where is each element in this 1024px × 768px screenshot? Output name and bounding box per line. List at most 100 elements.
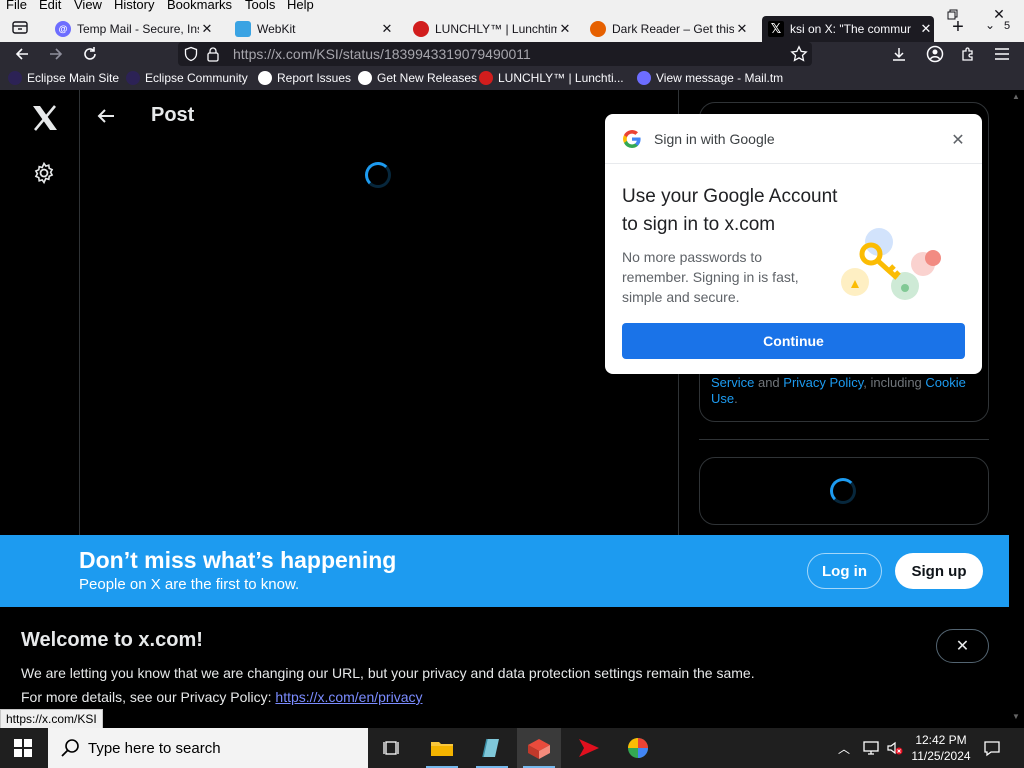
app-red-arrow-icon[interactable] <box>567 728 611 768</box>
lunchly-icon <box>479 71 493 85</box>
cookie-link[interactable]: Cookie <box>925 375 965 390</box>
downloads-icon[interactable] <box>886 42 912 66</box>
bookmark-get-new-releases[interactable]: Get New Releases <box>358 66 477 90</box>
hamburger-menu-icon[interactable] <box>989 42 1015 66</box>
search-icon <box>60 738 80 758</box>
menu-history[interactable]: History <box>114 0 154 12</box>
bookmark-label: View message - Mail.tm <box>656 71 784 85</box>
reload-icon[interactable] <box>78 42 102 66</box>
tab-ksi-x[interactable]: 𝕏 ksi on X: "The commur ✕ <box>762 16 934 42</box>
clock-time: 12:42 PM <box>915 733 967 747</box>
github-icon <box>258 71 272 85</box>
menu-edit[interactable]: Edit <box>39 0 61 12</box>
banner-subtitle: People on X are the first to know. <box>79 576 300 593</box>
cookie-use-link[interactable]: Use <box>711 391 734 406</box>
key-illustration-icon <box>833 224 955 304</box>
eclipse-icon <box>126 71 140 85</box>
bookmark-eclipse-community[interactable]: Eclipse Community <box>126 66 248 90</box>
popup-body: No more passwords to remember. Signing i… <box>622 247 822 307</box>
popup-heading-line: Use your Google Account <box>622 186 838 207</box>
sidebar-divider <box>699 439 989 440</box>
back-arrow-icon[interactable] <box>10 42 34 66</box>
menu-bar: File Edit View History Bookmarks Tools H… <box>0 0 1024 12</box>
clock[interactable]: 12:42 PM 11/25/2024 <box>910 732 972 764</box>
close-tab-icon[interactable]: ✕ <box>199 21 215 37</box>
restore-window-icon[interactable] <box>947 8 959 20</box>
close-tab-icon[interactable]: ✕ <box>918 21 934 37</box>
privacy-policy-link[interactable]: Privacy Policy <box>783 375 863 390</box>
menu-file[interactable]: File <box>6 0 27 12</box>
left-nav <box>0 90 80 535</box>
page-scrollbar[interactable]: ▲ ▼ <box>1009 90 1024 728</box>
url-bar[interactable]: https://x.com/KSI/status/183994331907949… <box>178 42 812 66</box>
terms-including-text: , including <box>863 375 926 390</box>
trends-card <box>699 457 989 525</box>
welcome-line-2-prefix: For more details, see our Privacy Policy… <box>21 689 276 705</box>
bookmark-label: Eclipse Community <box>145 71 248 85</box>
app-crystal-icon[interactable] <box>470 728 514 768</box>
scroll-up-icon[interactable]: ▲ <box>1012 92 1020 101</box>
lock-icon[interactable] <box>206 46 220 62</box>
terms-of-service-link[interactable]: Service <box>711 375 754 390</box>
close-icon[interactable]: ✕ <box>949 130 967 149</box>
close-tab-icon[interactable]: ✕ <box>557 21 573 37</box>
close-tab-icon[interactable]: ✕ <box>379 21 395 37</box>
back-arrow-icon[interactable] <box>96 106 118 126</box>
tab-strip: @ Temp Mail - Secure, Ins ✕ WebKit ✕ LUN… <box>0 6 1024 42</box>
google-g-icon <box>622 129 642 149</box>
login-button[interactable]: Log in <box>807 553 882 589</box>
signup-banner: Don’t miss what’s happening People on X … <box>0 535 1009 607</box>
bookmark-report-issues[interactable]: Report Issues <box>258 66 351 90</box>
tab-webkit[interactable]: WebKit ✕ <box>235 16 395 42</box>
x-logo-icon[interactable] <box>31 105 59 133</box>
account-icon[interactable] <box>922 42 948 66</box>
close-welcome-button[interactable]: ✕ <box>936 629 989 663</box>
signup-button[interactable]: Sign up <box>895 553 983 589</box>
scroll-down-icon[interactable]: ▼ <box>1012 712 1020 721</box>
search-placeholder: Type here to search <box>88 739 221 757</box>
continue-button[interactable]: Continue <box>622 323 965 359</box>
welcome-line-1: We are letting you know that we are chan… <box>21 665 755 681</box>
file-explorer-icon[interactable] <box>420 728 464 768</box>
popup-header: Sign in with Google ✕ <box>605 114 982 164</box>
volume-muted-icon[interactable] <box>886 739 904 757</box>
bookmark-lunchly[interactable]: LUNCHLY™ | Lunchti... <box>479 66 624 90</box>
menu-help[interactable]: Help <box>287 0 314 12</box>
network-icon[interactable] <box>862 739 880 757</box>
extensions-puzzle-icon[interactable] <box>955 42 981 66</box>
tab-title: Dark Reader – Get this I <box>612 22 734 36</box>
tab-lunchly[interactable]: LUNCHLY™ | Lunchtim ✕ <box>413 16 573 42</box>
menu-bookmarks[interactable]: Bookmarks <box>167 0 232 12</box>
firefox-taskbar-icon[interactable] <box>517 728 561 768</box>
chevron-up-icon[interactable]: ︿ <box>838 740 852 756</box>
tab-title: Temp Mail - Secure, Ins <box>77 22 199 36</box>
list-all-tabs-chevron-down-icon[interactable]: ⌄ <box>985 18 1001 34</box>
tab-temp-mail[interactable]: @ Temp Mail - Secure, Ins ✕ <box>55 16 215 42</box>
tracking-shield-icon[interactable] <box>183 46 199 62</box>
status-url-tooltip: https://x.com/KSI <box>0 709 103 729</box>
tab-list-icon[interactable] <box>10 18 30 36</box>
windows-start-icon[interactable] <box>14 739 32 757</box>
main-column: Post <box>80 90 679 535</box>
notifications-icon[interactable] <box>983 739 1001 757</box>
url-text: https://x.com/KSI/status/183994331907949… <box>233 46 531 62</box>
taskbar-search-input[interactable]: Type here to search <box>48 728 368 768</box>
tab-dark-reader[interactable]: Dark Reader – Get this I ✕ <box>590 16 750 42</box>
bookmark-view-message-mailtm[interactable]: View message - Mail.tm <box>637 66 783 90</box>
close-tab-icon[interactable]: ✕ <box>734 21 750 37</box>
forward-arrow-icon[interactable] <box>44 42 68 66</box>
popup-body-line: remember. Signing in is fast, <box>622 269 799 285</box>
task-view-icon[interactable] <box>370 728 414 768</box>
close-icon: ✕ <box>955 638 970 655</box>
app-color-wheel-icon[interactable] <box>616 728 660 768</box>
gear-icon[interactable] <box>32 161 56 185</box>
bookmark-eclipse-main-site[interactable]: Eclipse Main Site <box>8 66 119 90</box>
bookmark-star-icon[interactable] <box>790 45 808 63</box>
firefox-favicon-icon <box>590 21 606 37</box>
menu-view[interactable]: View <box>74 0 102 12</box>
privacy-policy-url-link[interactable]: https://x.com/en/privacy <box>275 689 422 705</box>
menu-tools[interactable]: Tools <box>245 0 275 12</box>
tab-title: ksi on X: "The commur <box>790 22 911 36</box>
bookmark-label: Eclipse Main Site <box>27 71 120 85</box>
temp-mail-favicon-icon: @ <box>55 21 71 37</box>
